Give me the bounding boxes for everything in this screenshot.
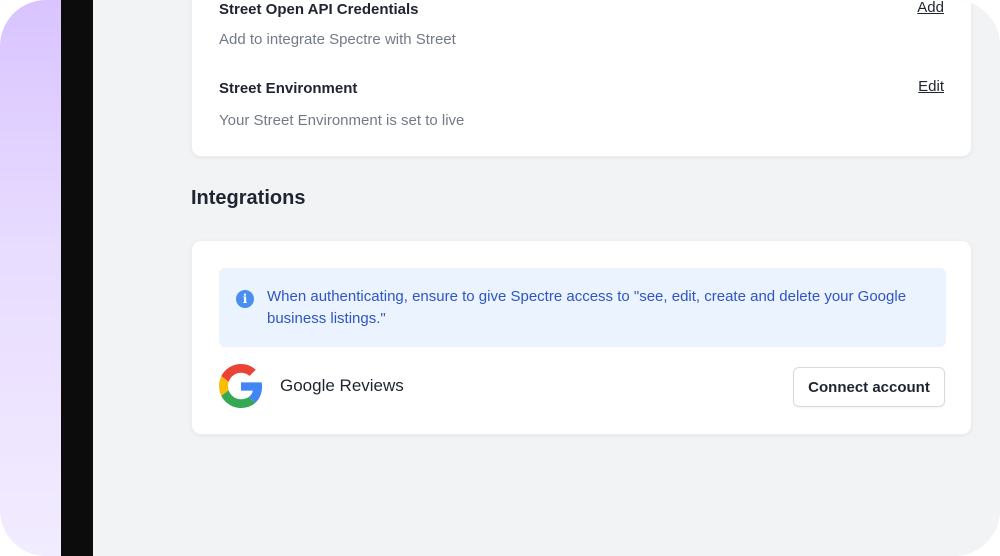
add-credentials-link[interactable]: Add — [917, 0, 944, 16]
device-bezel — [61, 0, 94, 556]
integrations-card: i When authenticating, ensure to give Sp… — [191, 240, 972, 435]
google-reviews-label: Google Reviews — [280, 376, 404, 395]
integrations-heading: Integrations — [191, 187, 306, 209]
environment-description: Your Street Environment is set to live — [219, 112, 465, 129]
api-credentials-title: Street Open API Credentials — [219, 1, 419, 18]
connect-account-button[interactable]: Connect account — [793, 367, 945, 407]
info-icon: i — [236, 290, 254, 308]
window-frame: Street Open API Credentials Add Add to i… — [0, 0, 1000, 556]
settings-screen: Street Open API Credentials Add Add to i… — [93, 0, 1000, 556]
credentials-card: Street Open API Credentials Add Add to i… — [191, 0, 972, 157]
google-icon — [219, 364, 263, 408]
edit-environment-link[interactable]: Edit — [918, 78, 944, 95]
api-credentials-description: Add to integrate Spectre with Street — [219, 31, 456, 48]
info-notice: i When authenticating, ensure to give Sp… — [219, 268, 946, 347]
info-notice-text: When authenticating, ensure to give Spec… — [267, 288, 907, 327]
environment-title: Street Environment — [219, 80, 358, 97]
